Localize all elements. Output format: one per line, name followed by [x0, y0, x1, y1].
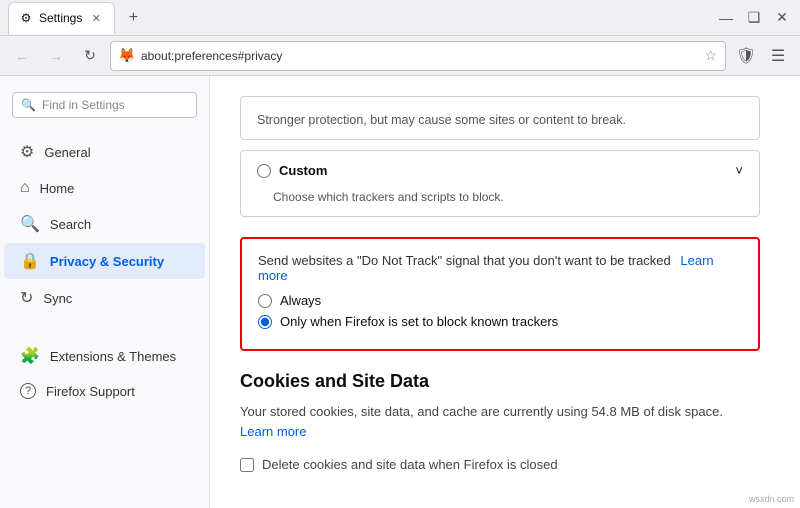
dnt-always-label: Always — [280, 293, 321, 308]
sidebar-item-home[interactable]: ⌂ Home — [4, 171, 205, 205]
tab-strip: ⚙ Settings ✕ + — [8, 2, 716, 34]
firefox-logo-icon: 🦊 — [119, 48, 135, 64]
close-button[interactable]: ✕ — [772, 8, 792, 28]
stronger-protection-box: Stronger protection, but may cause some … — [240, 96, 760, 140]
find-in-settings[interactable]: 🔍 Find in Settings — [12, 92, 197, 118]
new-tab-button[interactable]: + — [119, 4, 147, 32]
tab-close-button[interactable]: ✕ — [88, 10, 104, 26]
address-text: about:preferences#privacy — [141, 49, 698, 63]
sidebar-item-general-label: General — [44, 145, 90, 160]
home-icon: ⌂ — [20, 179, 30, 197]
privacy-icon: 🔒 — [20, 251, 40, 271]
delete-cookies-row: Delete cookies and site data when Firefo… — [240, 457, 590, 472]
stronger-protection-text: Stronger protection, but may cause some … — [257, 113, 743, 127]
minimize-button[interactable]: — — [716, 8, 736, 28]
support-icon: ? — [20, 383, 36, 399]
bookmark-icon[interactable]: ☆ — [704, 47, 717, 64]
sidebar-item-support-label: Firefox Support — [46, 384, 135, 399]
custom-radio[interactable] — [257, 164, 271, 178]
back-icon: ← — [15, 48, 29, 64]
sidebar-item-extensions[interactable]: 🧩 Extensions & Themes — [4, 338, 205, 374]
back-button[interactable]: ← — [8, 42, 36, 70]
cookies-desc: Your stored cookies, site data, and cach… — [240, 402, 760, 441]
delete-cookies-label: Delete cookies and site data when Firefo… — [262, 457, 558, 472]
sidebar-item-support[interactable]: ? Firefox Support — [4, 375, 205, 407]
dnt-box: Send websites a "Do Not Track" signal th… — [240, 237, 760, 351]
custom-box: Custom ˅ Choose which trackers and scrip… — [240, 150, 760, 217]
sidebar-item-sync-label: Sync — [43, 291, 72, 306]
forward-icon: → — [49, 48, 63, 64]
content-area: Stronger protection, but may cause some … — [210, 76, 800, 508]
dnt-only-when-label: Only when Firefox is set to block known … — [280, 314, 558, 329]
search-icon: 🔍 — [20, 214, 40, 234]
custom-label-container: Custom — [257, 163, 327, 178]
delete-cookies-checkbox[interactable] — [240, 458, 254, 472]
window-controls: — ❑ ✕ — [716, 8, 792, 28]
custom-header: Custom ˅ — [241, 151, 759, 190]
custom-chevron-icon: ˅ — [735, 163, 743, 178]
reload-button[interactable]: ↻ — [76, 42, 104, 70]
extensions-icon: 🧩 — [20, 346, 40, 366]
sidebar-item-search[interactable]: 🔍 Search — [4, 206, 205, 242]
shield-icon[interactable]: 🛡 — [732, 42, 760, 70]
general-icon: ⚙ — [20, 142, 34, 162]
tab-favicon-icon: ⚙ — [19, 11, 33, 25]
dnt-always-option: Always — [258, 293, 742, 308]
maximize-button[interactable]: ❑ — [744, 8, 764, 28]
sidebar-item-sync[interactable]: ↻ Sync — [4, 280, 205, 316]
menu-icon[interactable]: ☰ — [764, 42, 792, 70]
sidebar-item-privacy[interactable]: 🔒 Privacy & Security — [4, 243, 205, 279]
custom-label-text: Custom — [279, 163, 327, 178]
sidebar-item-general[interactable]: ⚙ General — [4, 134, 205, 170]
address-bar[interactable]: 🦊 about:preferences#privacy ☆ — [110, 41, 726, 71]
main-layout: 🔍 Find in Settings ⚙ General ⌂ Home 🔍 Se… — [0, 76, 800, 508]
address-icons: ☆ — [704, 47, 717, 64]
sync-icon: ↻ — [20, 288, 33, 308]
cookies-desc-text: Your stored cookies, site data, and cach… — [240, 404, 723, 419]
sidebar-item-home-label: Home — [40, 181, 75, 196]
title-bar: ⚙ Settings ✕ + — ❑ ✕ — [0, 0, 800, 36]
content-inner: Stronger protection, but may cause some … — [210, 76, 800, 492]
reload-icon: ↻ — [84, 47, 96, 64]
cookies-section: Cookies and Site Data Your stored cookie… — [240, 371, 760, 472]
sidebar-item-search-label: Search — [50, 217, 91, 232]
cookies-title: Cookies and Site Data — [240, 371, 760, 392]
forward-button[interactable]: → — [42, 42, 70, 70]
sidebar: 🔍 Find in Settings ⚙ General ⌂ Home 🔍 Se… — [0, 76, 210, 508]
sidebar-item-privacy-label: Privacy & Security — [50, 254, 164, 269]
dnt-header-text: Send websites a "Do Not Track" signal th… — [258, 253, 671, 268]
find-placeholder: Find in Settings — [42, 98, 125, 112]
find-search-icon: 🔍 — [21, 98, 36, 112]
custom-desc: Choose which trackers and scripts to blo… — [241, 190, 759, 216]
tab-title: Settings — [39, 11, 82, 25]
cookies-learn-link[interactable]: Learn more — [240, 424, 306, 439]
dnt-only-when-option: Only when Firefox is set to block known … — [258, 314, 742, 329]
watermark: wsxdn.com — [749, 494, 794, 504]
nav-bar: ← → ↻ 🦊 about:preferences#privacy ☆ 🛡 ☰ — [0, 36, 800, 76]
nav-right-icons: 🛡 ☰ — [732, 42, 792, 70]
dnt-only-when-radio[interactable] — [258, 315, 272, 329]
sidebar-item-extensions-label: Extensions & Themes — [50, 349, 176, 364]
dnt-always-radio[interactable] — [258, 294, 272, 308]
dnt-header: Send websites a "Do Not Track" signal th… — [258, 253, 742, 283]
settings-tab[interactable]: ⚙ Settings ✕ — [8, 2, 115, 34]
